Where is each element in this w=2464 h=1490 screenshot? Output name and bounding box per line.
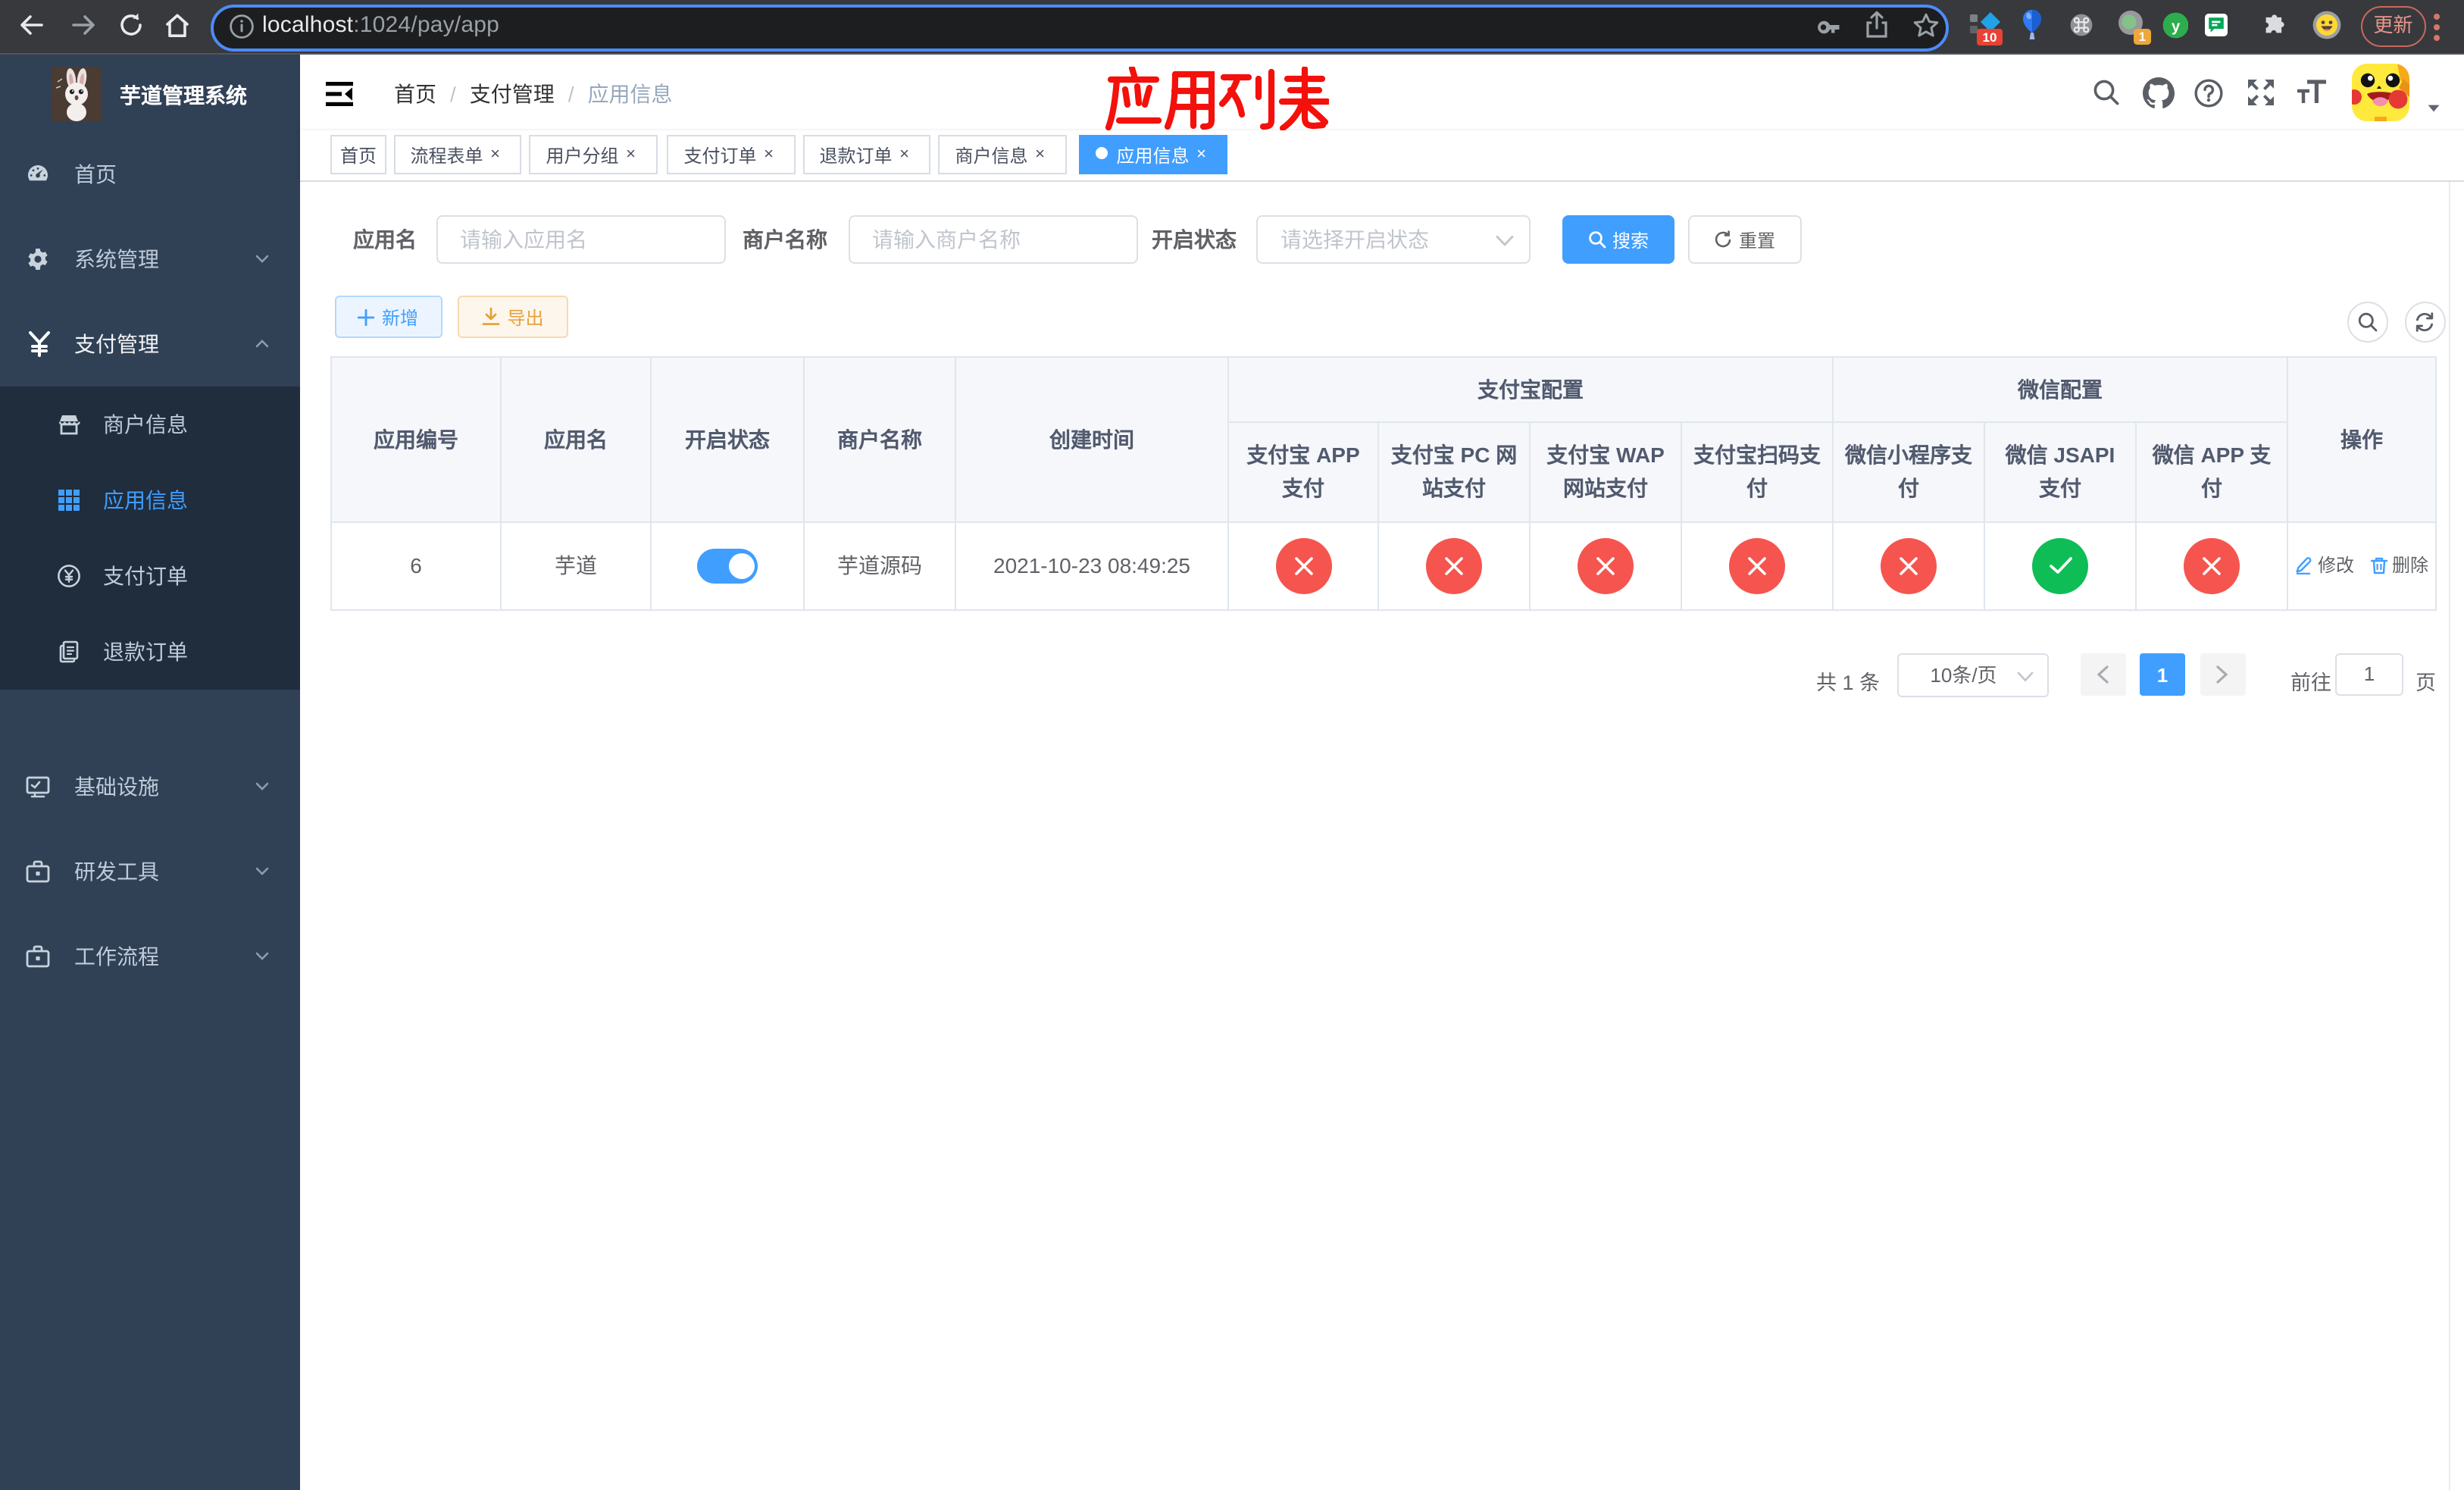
svg-text:10: 10 <box>1983 30 1997 45</box>
svg-text:y: y <box>2171 18 2180 35</box>
svg-text:1: 1 <box>2139 29 2146 43</box>
